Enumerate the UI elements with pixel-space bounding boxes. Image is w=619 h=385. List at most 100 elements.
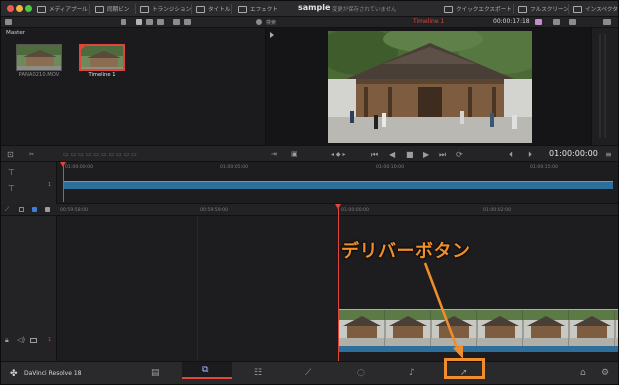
previous-frame-icon[interactable]: ⏴ bbox=[509, 150, 513, 160]
sort-icon[interactable] bbox=[121, 19, 126, 25]
home-icon[interactable]: ⌂ bbox=[580, 368, 586, 378]
timeline-timecode: 00:00:17:18 bbox=[493, 18, 530, 25]
track-tools-icon[interactable]: ⊤ bbox=[8, 184, 15, 193]
view-options-icon[interactable]: ▣ bbox=[291, 150, 298, 158]
inspector-label: インスペクタ bbox=[585, 7, 618, 13]
ruler-tick: 01:00:05:00 bbox=[220, 165, 249, 170]
effects-label: エフェクト bbox=[250, 7, 278, 13]
play-reverse-icon[interactable]: ◀ bbox=[389, 150, 395, 159]
audio-icon[interactable]: ◁) bbox=[17, 336, 25, 344]
lock-icon[interactable]: 🔒︎ bbox=[5, 336, 9, 345]
quick-export-button[interactable]: クイックエクスポート bbox=[444, 1, 512, 17]
color-swatch-icon[interactable] bbox=[535, 19, 542, 25]
project-title: sample bbox=[298, 3, 331, 12]
wrench-icon[interactable]: ⟋ bbox=[5, 206, 9, 214]
upper-timeline: ⊤ ⊤ 1 01:00:00:00 01:00:05:00 01:00:10:0… bbox=[1, 162, 618, 204]
clip-bin-label: 同期ビン bbox=[107, 7, 130, 13]
playhead-timecode: 01:00:00:00 bbox=[549, 149, 598, 158]
loop-icon[interactable]: ⟳ bbox=[456, 150, 463, 159]
audio-meter-panel bbox=[591, 28, 618, 145]
fullscreen-button[interactable]: フルスクリーン bbox=[518, 1, 569, 17]
timeline-video-clip[interactable] bbox=[339, 309, 618, 346]
ruler-tick: 00:59:59:00 bbox=[200, 208, 229, 213]
snap-icon[interactable] bbox=[19, 207, 24, 212]
inspector-icon bbox=[573, 5, 582, 13]
speaker-icon[interactable] bbox=[603, 19, 611, 25]
next-frame-icon[interactable]: ⏵ bbox=[528, 150, 532, 160]
more-options-icon[interactable] bbox=[569, 19, 576, 25]
cut-page-icon: ⧉ bbox=[202, 365, 209, 375]
go-to-start-icon[interactable]: ⏮ bbox=[371, 150, 378, 160]
viewer-panel bbox=[266, 28, 591, 145]
media-pool-button[interactable]: メディアプール bbox=[37, 1, 88, 17]
titles-icon bbox=[196, 5, 205, 13]
search-icon[interactable] bbox=[256, 19, 262, 25]
jkl-icon[interactable]: ◂ ◆ ▸ bbox=[331, 151, 345, 158]
thumbnail-view-icon[interactable] bbox=[146, 19, 153, 25]
top-toolbar: メディアプール 同期ビン トランジション タイトル エフェクト sample 変… bbox=[1, 1, 618, 17]
fairlight-page-icon[interactable]: ♪ bbox=[409, 368, 415, 378]
effects-button[interactable]: エフェクト bbox=[238, 1, 278, 17]
minimize-window-icon[interactable] bbox=[16, 5, 23, 12]
upper-timeline-clip[interactable] bbox=[63, 181, 613, 189]
transitions-button[interactable]: トランジション bbox=[140, 1, 191, 17]
edit-mode-icons[interactable]: ▭ ▭ ▭ ▭ ▭ ▭ ▭ ▭ ▭ ▭ bbox=[63, 151, 137, 158]
list-view-icon[interactable] bbox=[136, 19, 142, 25]
transitions-icon bbox=[140, 5, 149, 13]
track-number: 1 bbox=[48, 337, 52, 343]
metadata-view-icon[interactable] bbox=[173, 19, 180, 25]
linked-selection-icon[interactable] bbox=[32, 207, 37, 212]
media-pool-label: メディアプール bbox=[49, 7, 88, 13]
clip-label: Timeline 1 bbox=[88, 72, 116, 78]
timeline-ruler[interactable]: ⟋ 00:59:58:00 00:59:59:00 01:00:00:00 01… bbox=[1, 204, 618, 216]
fusion-page-icon[interactable]: ⟋ bbox=[305, 368, 311, 378]
cut-page-tab[interactable]: ⧉ bbox=[182, 362, 232, 379]
collapse-left-icon[interactable] bbox=[270, 32, 274, 38]
timeline-badge-icon bbox=[81, 44, 87, 50]
deliver-button-highlight bbox=[444, 358, 485, 379]
media-pool-icon bbox=[37, 5, 46, 13]
upper-playhead-handle[interactable] bbox=[60, 162, 66, 167]
master-folder[interactable]: Master bbox=[6, 30, 25, 36]
titles-label: タイトル bbox=[208, 7, 231, 13]
maximize-window-icon[interactable] bbox=[25, 5, 32, 12]
blade-tool-icon[interactable]: ✂ bbox=[29, 151, 34, 158]
upper-playhead[interactable] bbox=[63, 166, 64, 202]
effects-icon bbox=[238, 5, 247, 13]
transport-bar: ⊡ ✂ ▭ ▭ ▭ ▭ ▭ ▭ ▭ ▭ ▭ ▭ ⇥ ▣ ◂ ◆ ▸ ⏮ ◀ ■ … bbox=[1, 145, 618, 162]
media-page-icon[interactable]: ▤ bbox=[151, 368, 160, 378]
quick-export-label: クイックエクスポート bbox=[456, 7, 512, 13]
grid-view-icon[interactable] bbox=[157, 19, 164, 25]
stop-icon[interactable]: ■ bbox=[406, 150, 414, 159]
clip-thumbnail-pana0210[interactable] bbox=[16, 44, 62, 71]
go-to-end-icon[interactable]: ⏭ bbox=[439, 150, 446, 160]
color-page-icon[interactable]: ◌ bbox=[357, 368, 365, 378]
edit-tools-icon[interactable]: ⊡ bbox=[7, 150, 14, 159]
clip-bin-button[interactable]: 同期ビン bbox=[95, 1, 129, 17]
ruler-tick: 01:00:02:00 bbox=[483, 208, 512, 213]
page-navigation-bar: ✤ DaVinci Resolve 18 ▤ ⧉ ☷ ⟋ ◌ ♪ ➚ ⌂ ⚙ bbox=[1, 361, 618, 384]
lower-playhead-handle[interactable] bbox=[335, 204, 341, 209]
inspector-button[interactable]: インスペクタ bbox=[573, 1, 618, 17]
play-icon[interactable]: ▶ bbox=[423, 150, 429, 159]
edit-page-icon[interactable]: ☷ bbox=[254, 368, 262, 378]
fullscreen-icon bbox=[518, 5, 527, 13]
close-window-icon[interactable] bbox=[7, 5, 14, 12]
media-pool-panel: Master PANA0210.MOV Timeline 1 bbox=[1, 28, 266, 145]
search-label[interactable]: 検索 bbox=[266, 19, 276, 26]
track-tools-icon[interactable]: ⊤ bbox=[8, 168, 15, 177]
panel-toggle-icon[interactable] bbox=[5, 19, 12, 25]
flag-icon[interactable] bbox=[45, 207, 50, 212]
viewer-frame[interactable] bbox=[328, 31, 532, 143]
lower-playhead[interactable] bbox=[338, 208, 339, 361]
menu-icon[interactable]: ≡ bbox=[605, 150, 612, 159]
timeline-clip-bar[interactable] bbox=[339, 346, 618, 352]
dropdown-icon[interactable] bbox=[553, 19, 560, 25]
settings-icon[interactable]: ⚙ bbox=[601, 368, 609, 378]
filter-icon[interactable] bbox=[184, 19, 191, 25]
timeline-name[interactable]: Timeline 1 bbox=[413, 18, 444, 25]
monitor-icon[interactable] bbox=[30, 338, 37, 343]
shrine-thumbnail-icon bbox=[81, 46, 123, 69]
trim-icon[interactable]: ⇥ bbox=[271, 150, 277, 158]
titles-button[interactable]: タイトル bbox=[196, 1, 230, 17]
